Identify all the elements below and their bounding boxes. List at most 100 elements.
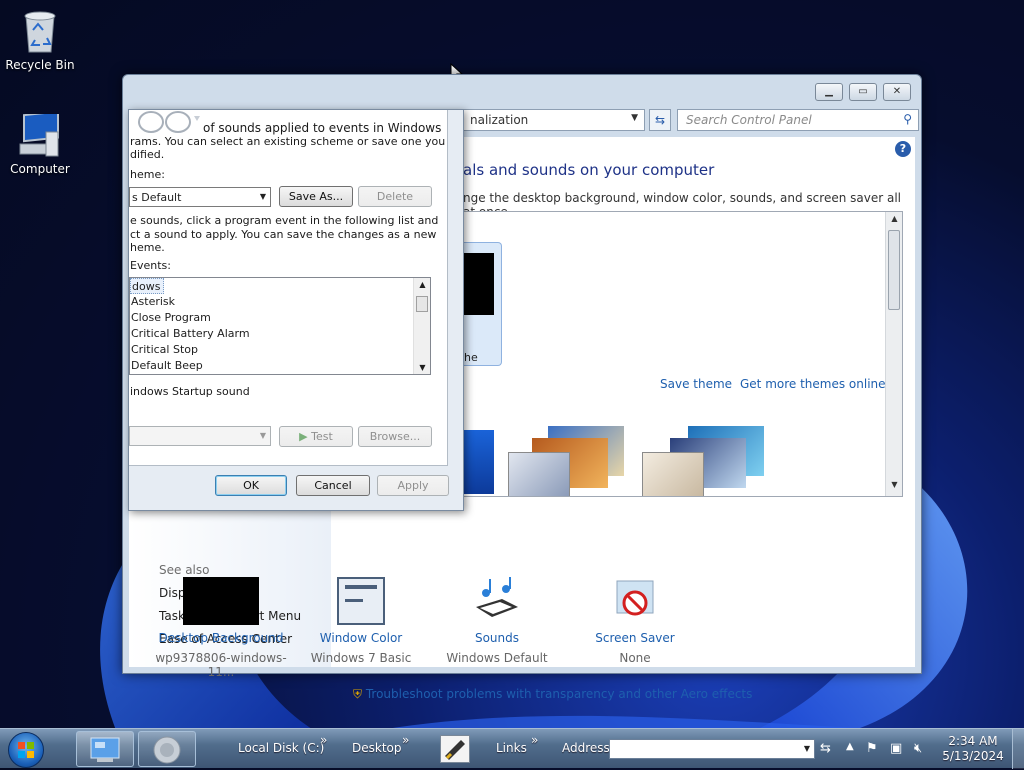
window-color-link[interactable]: Window Color	[291, 631, 431, 645]
window-color-item[interactable]: Window Color Windows 7 Basic	[291, 577, 431, 665]
control-panel-icon	[90, 737, 120, 762]
sounds-select[interactable]: ▼	[129, 426, 271, 446]
action-center-flag-icon[interactable]: ⚑	[866, 741, 878, 756]
desktop-icon-computer[interactable]: Computer	[0, 114, 80, 176]
instructions-line-2: ct a sound to apply. You can save the ch…	[130, 228, 437, 241]
description-line-3: dified.	[130, 148, 165, 161]
chevron-down-icon[interactable]: ▼	[804, 744, 810, 753]
clock-time: 2:34 AM	[948, 734, 998, 748]
save-as-button[interactable]: Save As...	[279, 186, 353, 207]
themes-list[interactable]: he Save theme Get more themes online ▲ ▼	[463, 211, 903, 497]
scrollbar-thumb[interactable]	[888, 230, 900, 310]
taskbar-sound-button[interactable]	[138, 731, 196, 767]
search-icon[interactable]: ⚲	[903, 112, 912, 126]
network-icon[interactable]: ▣	[890, 741, 902, 756]
window-color-icon	[337, 577, 385, 625]
description-line-2: rams. You can select an existing scheme …	[130, 135, 446, 148]
cancel-button[interactable]: Cancel	[296, 475, 370, 496]
theme-thumbnail-nature[interactable]	[642, 426, 768, 496]
refresh-icon[interactable]: ⇆	[649, 109, 671, 131]
close-button[interactable]: ✕	[883, 83, 911, 101]
sounds-link[interactable]: Sounds	[427, 631, 567, 645]
sounds-icon	[476, 577, 518, 617]
theme-thumbnail-landscapes[interactable]	[508, 426, 628, 496]
desktop-background-value: wp9378806-windows-11...	[155, 651, 287, 679]
startup-sound-checkbox-label[interactable]: indows Startup sound	[130, 385, 250, 398]
recycle-bin-icon	[24, 11, 56, 53]
address-text: nalization	[470, 113, 529, 127]
scroll-down-icon[interactable]: ▼	[414, 363, 430, 372]
chevron-down-icon[interactable]: ▼	[631, 113, 638, 123]
sound-dialog: of sounds applied to events in Windows r…	[128, 109, 464, 511]
desktop-background-icon	[183, 577, 259, 625]
desktop-background-link[interactable]: Desktop Background	[151, 631, 291, 645]
themes-scrollbar[interactable]: ▲ ▼	[885, 212, 902, 496]
screen-saver-item[interactable]: Screen Saver None	[565, 577, 705, 665]
computer-label: Computer	[10, 162, 70, 176]
theme-thumbnail	[464, 253, 494, 315]
delete-button[interactable]: Delete	[358, 186, 432, 207]
events-label: Events:	[130, 259, 171, 272]
troubleshoot-link[interactable]: Troubleshoot problems with transparency …	[366, 687, 753, 701]
toolbar-links[interactable]: Links	[496, 741, 527, 755]
go-arrow-icon[interactable]: ⇆	[820, 741, 831, 756]
volume-muted-icon[interactable]: 🔇︎	[914, 741, 922, 756]
chevron-down-icon: ▼	[259, 192, 266, 201]
start-button[interactable]	[8, 732, 44, 768]
browse-button[interactable]: Browse...	[358, 426, 432, 447]
taskbar-control-panel-button[interactable]	[76, 731, 134, 767]
selected-theme[interactable]: he	[464, 242, 502, 366]
system-clock[interactable]: 2:34 AM 5/13/2024	[942, 734, 1004, 764]
show-desktop-button[interactable]	[1012, 729, 1024, 769]
scrollbar-thumb[interactable]	[416, 296, 428, 312]
list-item[interactable]: dows	[130, 278, 165, 294]
play-icon: ▶	[299, 430, 308, 443]
ok-button[interactable]: OK	[215, 475, 287, 496]
scroll-up-icon[interactable]: ▲	[886, 214, 902, 228]
maximize-button[interactable]: ▭	[849, 83, 877, 101]
test-button[interactable]: ▶ Test	[279, 426, 353, 447]
taskbar: Local Disk (C:) » Desktop » Links » Addr…	[0, 728, 1024, 769]
description-line-1: of sounds applied to events in Windows	[203, 121, 442, 135]
instructions-line-3: heme.	[130, 241, 165, 254]
chevron-right-icon[interactable]: »	[402, 733, 409, 747]
instructions-line-1: e sounds, click a program event in the f…	[130, 214, 439, 227]
sounds-item[interactable]: Sounds Windows Default	[427, 577, 567, 665]
list-item[interactable]: Default Beep	[130, 358, 430, 374]
toolbar-desktop[interactable]: Desktop	[352, 741, 402, 755]
theme-thumbnail-blue[interactable]	[464, 430, 494, 494]
scheme-select[interactable]: s Default ▼	[129, 187, 271, 207]
window-titlebar[interactable]: ▁ ▭ ✕	[123, 75, 921, 105]
help-icon[interactable]: ?	[895, 141, 911, 157]
troubleshoot-row[interactable]: ⛨ Troubleshoot problems with transparenc…	[353, 687, 752, 702]
minimize-button[interactable]: ▁	[815, 83, 843, 101]
chevron-right-icon[interactable]: »	[320, 733, 327, 747]
desktop-icon-recycle-bin[interactable]: Recycle Bin	[0, 8, 80, 72]
events-scrollbar[interactable]: ▲ ▼	[413, 278, 430, 374]
show-hidden-icons-icon[interactable]: ▲	[846, 741, 854, 752]
apply-button[interactable]: Apply	[377, 475, 449, 496]
list-item[interactable]: Asterisk	[130, 294, 430, 310]
chevron-right-icon[interactable]: »	[531, 733, 538, 747]
paint-icon[interactable]	[440, 735, 470, 763]
program-events-list[interactable]: dows Asterisk Close Program Critical Bat…	[129, 277, 431, 375]
screen-saver-link[interactable]: Screen Saver	[565, 631, 705, 645]
list-item[interactable]: Close Program	[130, 310, 430, 326]
scroll-up-icon[interactable]: ▲	[414, 280, 430, 289]
windows-logo-icon	[18, 742, 34, 758]
clock-date: 5/13/2024	[942, 749, 1004, 763]
list-item[interactable]: Critical Battery Alarm	[130, 326, 430, 342]
scroll-down-icon[interactable]: ▼	[886, 480, 902, 494]
recycle-bin-label: Recycle Bin	[5, 58, 75, 72]
save-theme-link[interactable]: Save theme	[660, 377, 732, 391]
desktop-background-item[interactable]: Desktop Background wp9378806-windows-11.…	[151, 577, 291, 679]
toolbar-local-disk[interactable]: Local Disk (C:)	[238, 741, 324, 755]
search-placeholder: Search Control Panel	[686, 113, 812, 127]
address-bar[interactable]: nalization ▼	[463, 109, 645, 131]
speaker-icon	[153, 736, 181, 764]
sounds-value: Windows Default	[446, 651, 548, 665]
list-item[interactable]: Critical Stop	[130, 342, 430, 358]
taskbar-address-input[interactable]: ▼	[609, 739, 815, 759]
search-input[interactable]: Search Control Panel ⚲	[677, 109, 919, 131]
get-more-themes-link[interactable]: Get more themes online	[740, 377, 886, 391]
